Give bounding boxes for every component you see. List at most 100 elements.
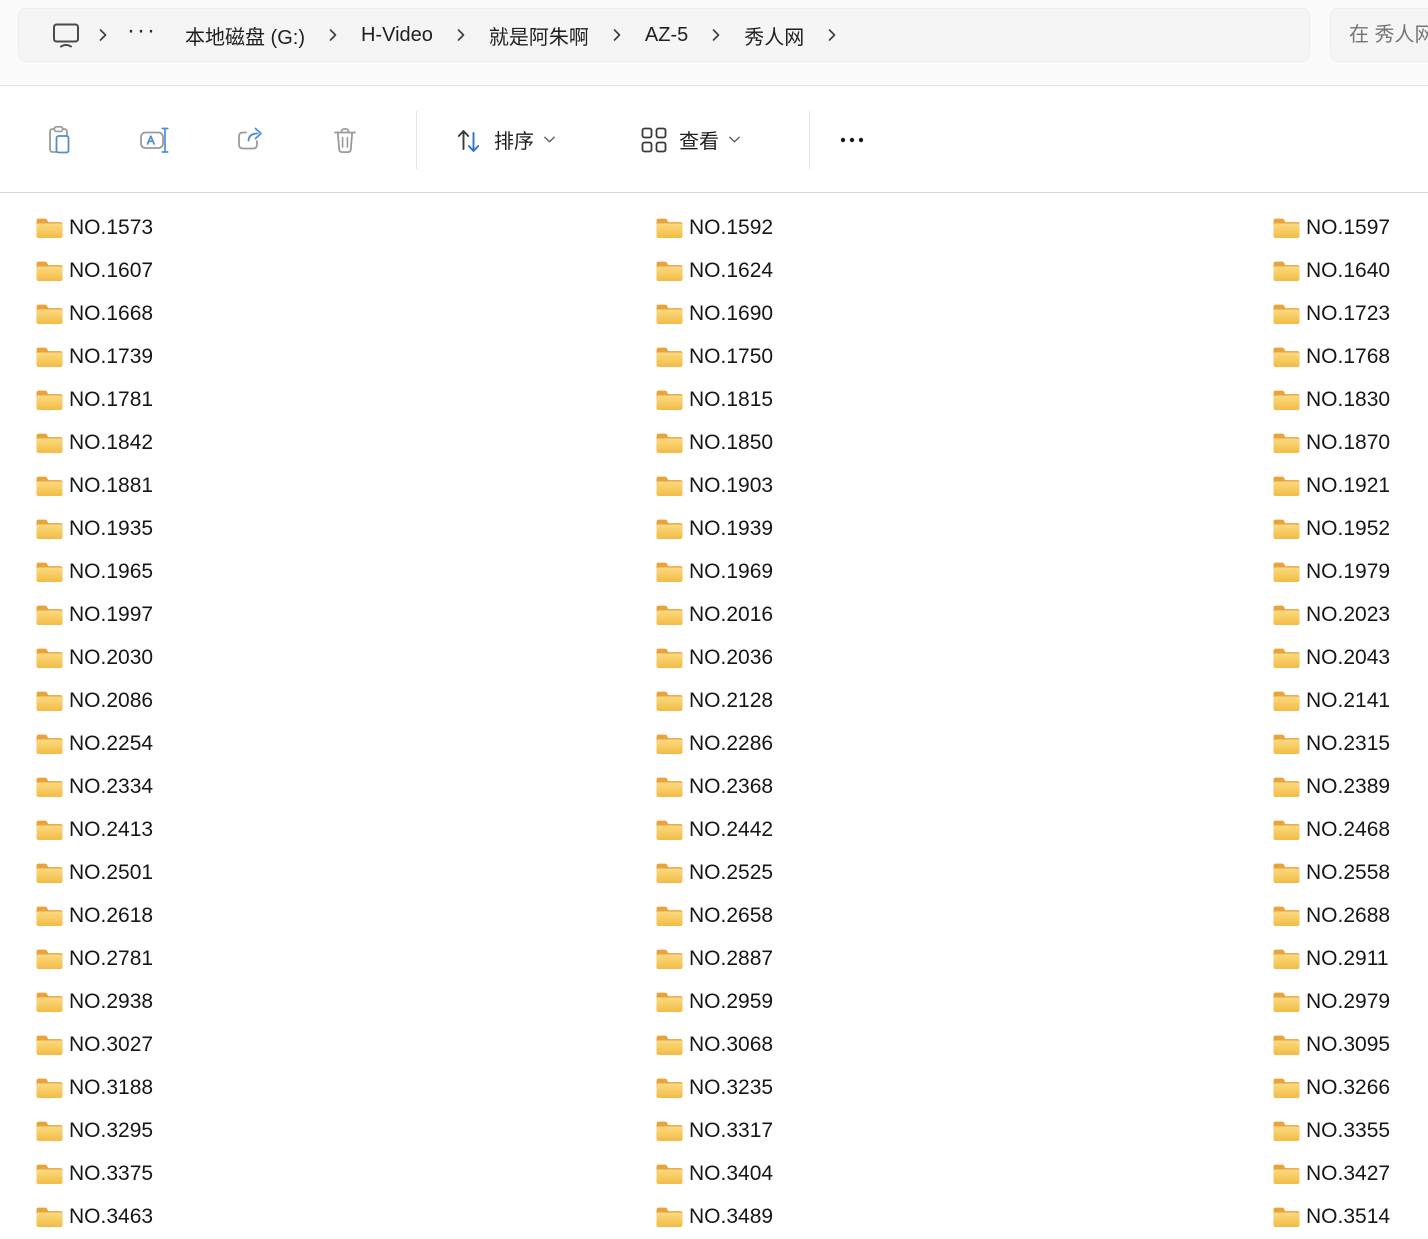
folder-item[interactable]: NO.2468 <box>1272 808 1400 851</box>
folder-name: NO.2781 <box>69 947 153 971</box>
folder-item[interactable]: NO.3027 <box>35 1023 163 1066</box>
folder-item[interactable]: NO.2938 <box>35 980 163 1023</box>
folder-item[interactable]: NO.2618 <box>35 894 163 937</box>
chevron-right-icon[interactable] <box>605 27 629 43</box>
folder-item[interactable]: NO.2030 <box>35 636 163 679</box>
address-bar[interactable]: ··· 本地磁盘 (G:) H-Video 就是阿朱啊 AZ-5 秀人网 <box>18 8 1310 62</box>
folder-item[interactable]: NO.2128 <box>655 679 783 722</box>
folder-item[interactable]: NO.1815 <box>655 378 783 421</box>
folder-item[interactable]: NO.2525 <box>655 851 783 894</box>
folder-item[interactable]: NO.1850 <box>655 421 783 464</box>
folder-item[interactable]: NO.2368 <box>655 765 783 808</box>
chevron-right-icon[interactable] <box>449 27 473 43</box>
folder-item[interactable]: NO.2389 <box>1272 765 1400 808</box>
folder-item[interactable]: NO.1939 <box>655 507 783 550</box>
folder-item[interactable]: NO.3463 <box>35 1195 163 1238</box>
folder-item[interactable]: NO.1979 <box>1272 550 1400 593</box>
folder-item[interactable]: NO.3295 <box>35 1109 163 1152</box>
folder-item[interactable]: NO.2141 <box>1272 679 1400 722</box>
breadcrumb-item[interactable]: H-Video <box>345 16 449 55</box>
folder-item[interactable]: NO.1739 <box>35 335 163 378</box>
folder-item[interactable]: NO.1969 <box>655 550 783 593</box>
folder-item[interactable]: NO.1921 <box>1272 464 1400 507</box>
folder-item[interactable]: NO.2334 <box>35 765 163 808</box>
folder-item[interactable]: NO.3489 <box>655 1195 783 1238</box>
folder-item[interactable]: NO.2688 <box>1272 894 1400 937</box>
folder-item[interactable]: NO.1668 <box>35 292 163 335</box>
folder-item[interactable]: NO.3375 <box>35 1152 163 1195</box>
folder-item[interactable]: NO.1690 <box>655 292 783 335</box>
folder-item[interactable]: NO.3514 <box>1272 1195 1400 1238</box>
folder-item[interactable]: NO.1842 <box>35 421 163 464</box>
folder-item[interactable]: NO.2286 <box>655 722 783 765</box>
folder-item[interactable]: NO.3404 <box>655 1152 783 1195</box>
chevron-right-icon[interactable] <box>704 27 728 43</box>
chevron-right-icon[interactable] <box>820 27 844 43</box>
folder-item[interactable]: NO.1903 <box>655 464 783 507</box>
folder-item[interactable]: NO.3068 <box>655 1023 783 1066</box>
folder-item[interactable]: NO.1935 <box>35 507 163 550</box>
folder-item[interactable]: NO.2086 <box>35 679 163 722</box>
folder-name: NO.1768 <box>1306 345 1390 369</box>
folder-item[interactable]: NO.2036 <box>655 636 783 679</box>
chevron-right-icon[interactable] <box>321 27 345 43</box>
folder-item[interactable]: NO.2442 <box>655 808 783 851</box>
folder-icon <box>1272 904 1301 928</box>
folder-item[interactable]: NO.1597 <box>1272 206 1400 249</box>
folder-item[interactable]: NO.3095 <box>1272 1023 1400 1066</box>
folder-item[interactable]: NO.1607 <box>35 249 163 292</box>
folder-item[interactable]: NO.2016 <box>655 593 783 636</box>
breadcrumb-item[interactable]: 本地磁盘 (G:) <box>169 13 321 58</box>
search-box[interactable] <box>1330 8 1428 62</box>
folder-item[interactable]: NO.3188 <box>35 1066 163 1109</box>
folder-item[interactable]: NO.3317 <box>655 1109 783 1152</box>
folder-item[interactable]: NO.2558 <box>1272 851 1400 894</box>
chevron-down-icon <box>728 135 741 144</box>
folder-item[interactable]: NO.2023 <box>1272 593 1400 636</box>
folder-item[interactable]: NO.2959 <box>655 980 783 1023</box>
folder-item[interactable]: NO.3235 <box>655 1066 783 1109</box>
sort-button[interactable]: 排序 <box>443 116 566 164</box>
folder-item[interactable]: NO.1965 <box>35 550 163 593</box>
folder-item[interactable]: NO.2658 <box>655 894 783 937</box>
folder-item[interactable]: NO.3266 <box>1272 1066 1400 1109</box>
folder-item[interactable]: NO.1781 <box>35 378 163 421</box>
chevron-right-icon[interactable] <box>91 27 115 43</box>
rename-button[interactable] <box>131 116 179 164</box>
folder-item[interactable]: NO.2911 <box>1272 937 1399 980</box>
folder-item[interactable]: NO.2315 <box>1272 722 1400 765</box>
breadcrumb-overflow[interactable]: ··· <box>115 17 169 53</box>
folder-item[interactable]: NO.2979 <box>1272 980 1400 1023</box>
this-pc-breadcrumb[interactable] <box>41 14 91 56</box>
folder-item[interactable]: NO.2887 <box>655 937 783 980</box>
folder-item[interactable]: NO.2413 <box>35 808 163 851</box>
folder-item[interactable]: NO.1592 <box>655 206 783 249</box>
folder-item[interactable]: NO.2043 <box>1272 636 1400 679</box>
share-button[interactable] <box>226 116 274 164</box>
folder-item[interactable]: NO.1723 <box>1272 292 1400 335</box>
more-options-button[interactable] <box>828 116 876 164</box>
folder-item[interactable]: NO.1624 <box>655 249 783 292</box>
folder-item[interactable]: NO.1997 <box>35 593 163 636</box>
breadcrumb-item[interactable]: AZ-5 <box>629 16 704 55</box>
breadcrumb-item[interactable]: 就是阿朱啊 <box>473 13 605 58</box>
folder-item[interactable]: NO.1870 <box>1272 421 1400 464</box>
search-input[interactable] <box>1349 24 1428 47</box>
folder-item[interactable]: NO.1768 <box>1272 335 1400 378</box>
folder-item[interactable]: NO.3355 <box>1272 1109 1400 1152</box>
folder-item[interactable]: NO.1750 <box>655 335 783 378</box>
folder-item[interactable]: NO.2781 <box>35 937 163 980</box>
folder-item[interactable]: NO.1830 <box>1272 378 1400 421</box>
paste-button[interactable] <box>36 116 84 164</box>
folder-item[interactable]: NO.1881 <box>35 464 163 507</box>
folder-item[interactable]: NO.3427 <box>1272 1152 1400 1195</box>
folder-item[interactable]: NO.1573 <box>35 206 163 249</box>
view-button[interactable]: 查看 <box>628 116 751 164</box>
folder-item[interactable]: NO.1640 <box>1272 249 1400 292</box>
breadcrumb-item[interactable]: 秀人网 <box>728 13 820 58</box>
folder-item[interactable]: NO.1952 <box>1272 507 1400 550</box>
folder-name: NO.2023 <box>1306 603 1390 627</box>
delete-button[interactable] <box>321 116 369 164</box>
folder-item[interactable]: NO.2254 <box>35 722 163 765</box>
folder-item[interactable]: NO.2501 <box>35 851 163 894</box>
